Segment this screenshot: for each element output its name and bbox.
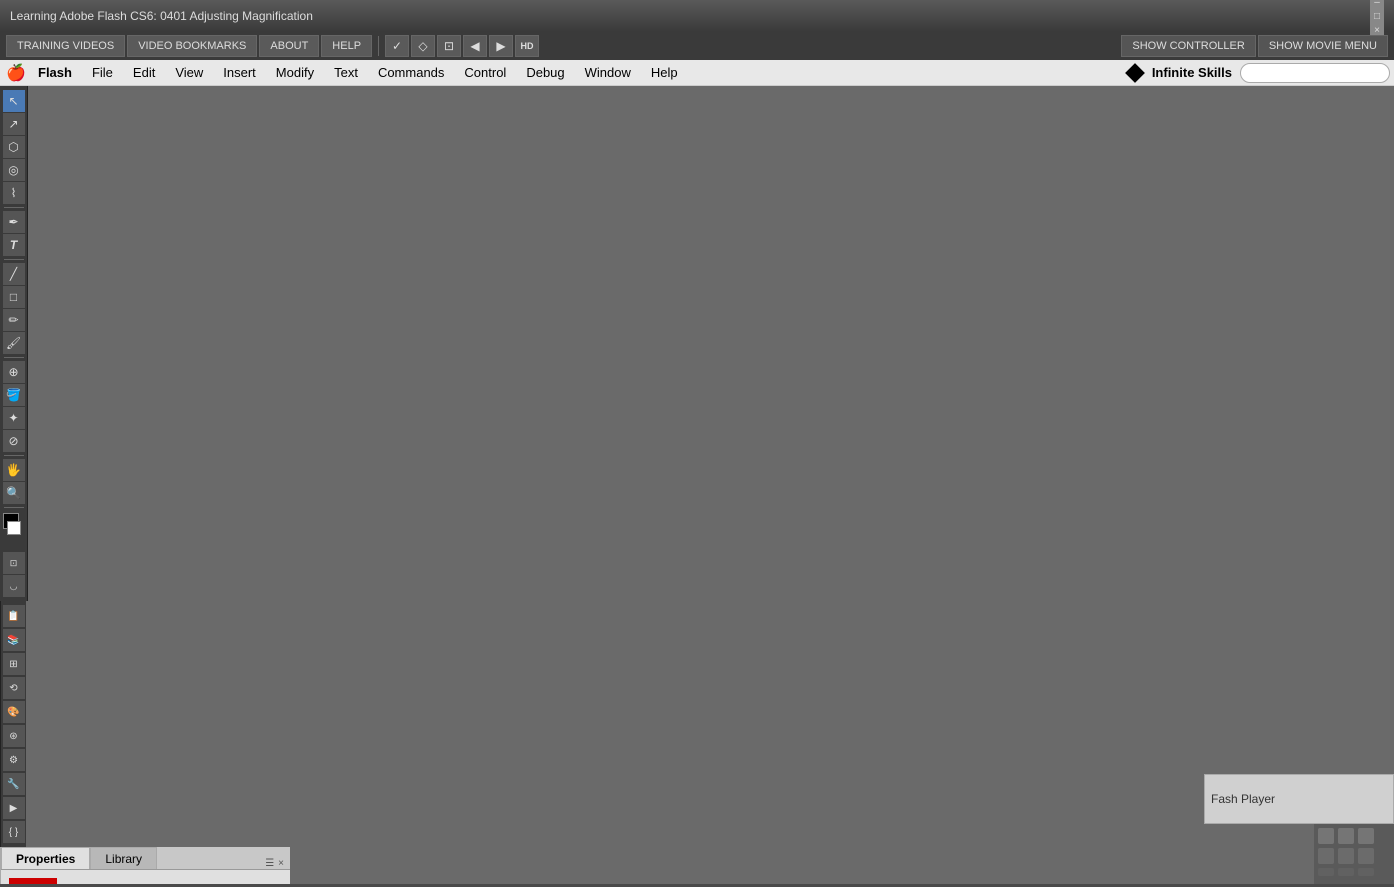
view-menu[interactable]: View [165, 60, 213, 86]
check-icon[interactable]: ✓ [385, 35, 409, 57]
panel-icon-strip: 📋 📚 ⊞ ⟲ 🎨 ⊛ ⚙ 🔧 ▶ { } [0, 601, 26, 847]
about-button[interactable]: ABOUT [259, 35, 319, 57]
pencil-tool[interactable]: ✏ [3, 309, 25, 331]
snap-to-objects[interactable]: ⊡ [3, 552, 25, 574]
tool-separator-5 [4, 507, 24, 508]
lasso-tool[interactable]: ⌇ [3, 182, 25, 204]
align-icon-btn[interactable]: ⊞ [3, 653, 25, 675]
components-icon-btn[interactable]: ⚙ [3, 749, 25, 771]
file-menu[interactable]: File [82, 60, 123, 86]
nav-separator [378, 36, 379, 56]
smooth-tool[interactable]: ◡ [3, 575, 25, 597]
panel-close-icon[interactable]: × [278, 858, 284, 869]
eraser-tool[interactable]: ⊘ [3, 430, 25, 452]
pen-tool[interactable]: ✒ [3, 211, 25, 233]
fill-color[interactable] [7, 521, 21, 535]
eyedropper-tool[interactable]: ✦ [3, 407, 25, 429]
insert-menu[interactable]: Insert [213, 60, 266, 86]
show-movie-menu-button[interactable]: SHOW MOVIE MENU [1258, 35, 1388, 57]
paint-bucket-tool[interactable]: 🪣 [3, 384, 25, 406]
debug-menu[interactable]: Debug [516, 60, 574, 86]
free-transform-tool[interactable]: ⬡ [3, 136, 25, 158]
maximize-button[interactable]: □ [1370, 9, 1384, 23]
gradient-tool[interactable]: ◎ [3, 159, 25, 181]
video-bookmarks-button[interactable]: VIDEO BOOKMARKS [127, 35, 257, 57]
nav-bar: TRAINING VIDEOS VIDEO BOOKMARKS ABOUT HE… [0, 32, 1394, 60]
play-icon[interactable]: ▶ [489, 35, 513, 57]
subselection-tool[interactable]: ↗ [3, 113, 25, 135]
hand-tool[interactable]: 🖐 [3, 459, 25, 481]
rect-tool[interactable]: □ [3, 286, 25, 308]
doc-info: Fl Document Wheels.fla [1, 870, 290, 884]
title-bar: Learning Adobe Flash CS6: 0401 Adjusting… [0, 0, 1394, 32]
rewind-icon[interactable]: ◀ [463, 35, 487, 57]
left-toolbar: ↖ ↗ ⬡ ◎ ⌇ ✒ T ╱ □ ✏ 🖌 ⊕ 🪣 ✦ ⊘ 🖐 🔍 ⊡ ◡ [0, 86, 28, 601]
panel-controls: ☰ × [265, 858, 290, 869]
app-area: ↖ ↗ ⬡ ◎ ⌇ ✒ T ╱ □ ✏ 🖌 ⊕ 🪣 ✦ ⊘ 🖐 🔍 ⊡ ◡ [0, 86, 1394, 884]
window-controls: – □ × [1370, 0, 1384, 37]
menu-right: Infinite Skills [1128, 63, 1390, 83]
tab-properties[interactable]: Properties [1, 847, 90, 869]
flash-menu[interactable]: Flash [28, 65, 82, 80]
modify-menu[interactable]: Modify [266, 60, 324, 86]
tool-separator-1 [4, 207, 24, 208]
screen-icon[interactable]: ⊡ [437, 35, 461, 57]
show-controller-button[interactable]: SHOW CONTROLLER [1121, 35, 1255, 57]
transform-icon-btn[interactable]: ⟲ [3, 677, 25, 699]
diamond-icon[interactable]: ◇ [411, 35, 435, 57]
zoom-tool[interactable]: 🔍 [3, 482, 25, 504]
edit-menu[interactable]: Edit [123, 60, 165, 86]
window-menu[interactable]: Window [575, 60, 641, 86]
app-title: Learning Adobe Flash CS6: 0401 Adjusting… [10, 9, 313, 23]
hd-icon[interactable]: HD [515, 35, 539, 57]
code-snippets-icon-btn[interactable]: { } [3, 821, 25, 843]
text-tool[interactable]: T [3, 234, 25, 256]
infinite-skills-label: Infinite Skills [1152, 65, 1232, 80]
search-input[interactable] [1240, 63, 1390, 83]
minimize-button[interactable]: – [1370, 0, 1384, 9]
color-icon-btn[interactable]: 🎨 [3, 701, 25, 723]
nav-right: SHOW CONTROLLER SHOW MOVIE MENU [1121, 35, 1388, 57]
color-tools [3, 513, 25, 545]
infinite-skills-logo: Infinite Skills [1128, 65, 1232, 80]
prop-lib-tabs: Properties Library ☰ × [1, 847, 290, 870]
library-icon-btn[interactable]: 📚 [3, 629, 25, 651]
swatches-icon-btn[interactable]: ⊛ [3, 725, 25, 747]
line-tool[interactable]: ╱ [3, 263, 25, 285]
brush-tool[interactable]: 🖌 [3, 332, 25, 354]
text-menu[interactable]: Text [324, 60, 368, 86]
panel-menu-icon[interactable]: ☰ [265, 858, 274, 869]
right-panel: Properties Library ☰ × Fl Document Wheel… [0, 847, 290, 884]
diamond-logo-icon [1125, 63, 1145, 83]
bone-tool[interactable]: ⊕ [3, 361, 25, 383]
control-menu[interactable]: Control [454, 60, 516, 86]
selection-tool[interactable]: ↖ [3, 90, 25, 112]
motion-icon-btn[interactable]: ▶ [3, 797, 25, 819]
tool-separator-4 [4, 455, 24, 456]
debug-icon-btn[interactable]: 🔧 [3, 773, 25, 795]
help-button[interactable]: HELP [321, 35, 372, 57]
tool-separator-3 [4, 357, 24, 358]
training-videos-button[interactable]: TRAINING VIDEOS [6, 35, 125, 57]
menu-bar: 🍎 Flash File Edit View Insert Modify Tex… [0, 60, 1394, 86]
apple-menu[interactable]: 🍎 [4, 61, 28, 85]
tool-separator-2 [4, 259, 24, 260]
commands-menu[interactable]: Commands [368, 60, 454, 86]
props-icon-btn[interactable]: 📋 [3, 605, 25, 627]
tab-library[interactable]: Library [90, 847, 157, 869]
doc-icon: Fl [9, 878, 57, 884]
help-menu[interactable]: Help [641, 60, 688, 86]
